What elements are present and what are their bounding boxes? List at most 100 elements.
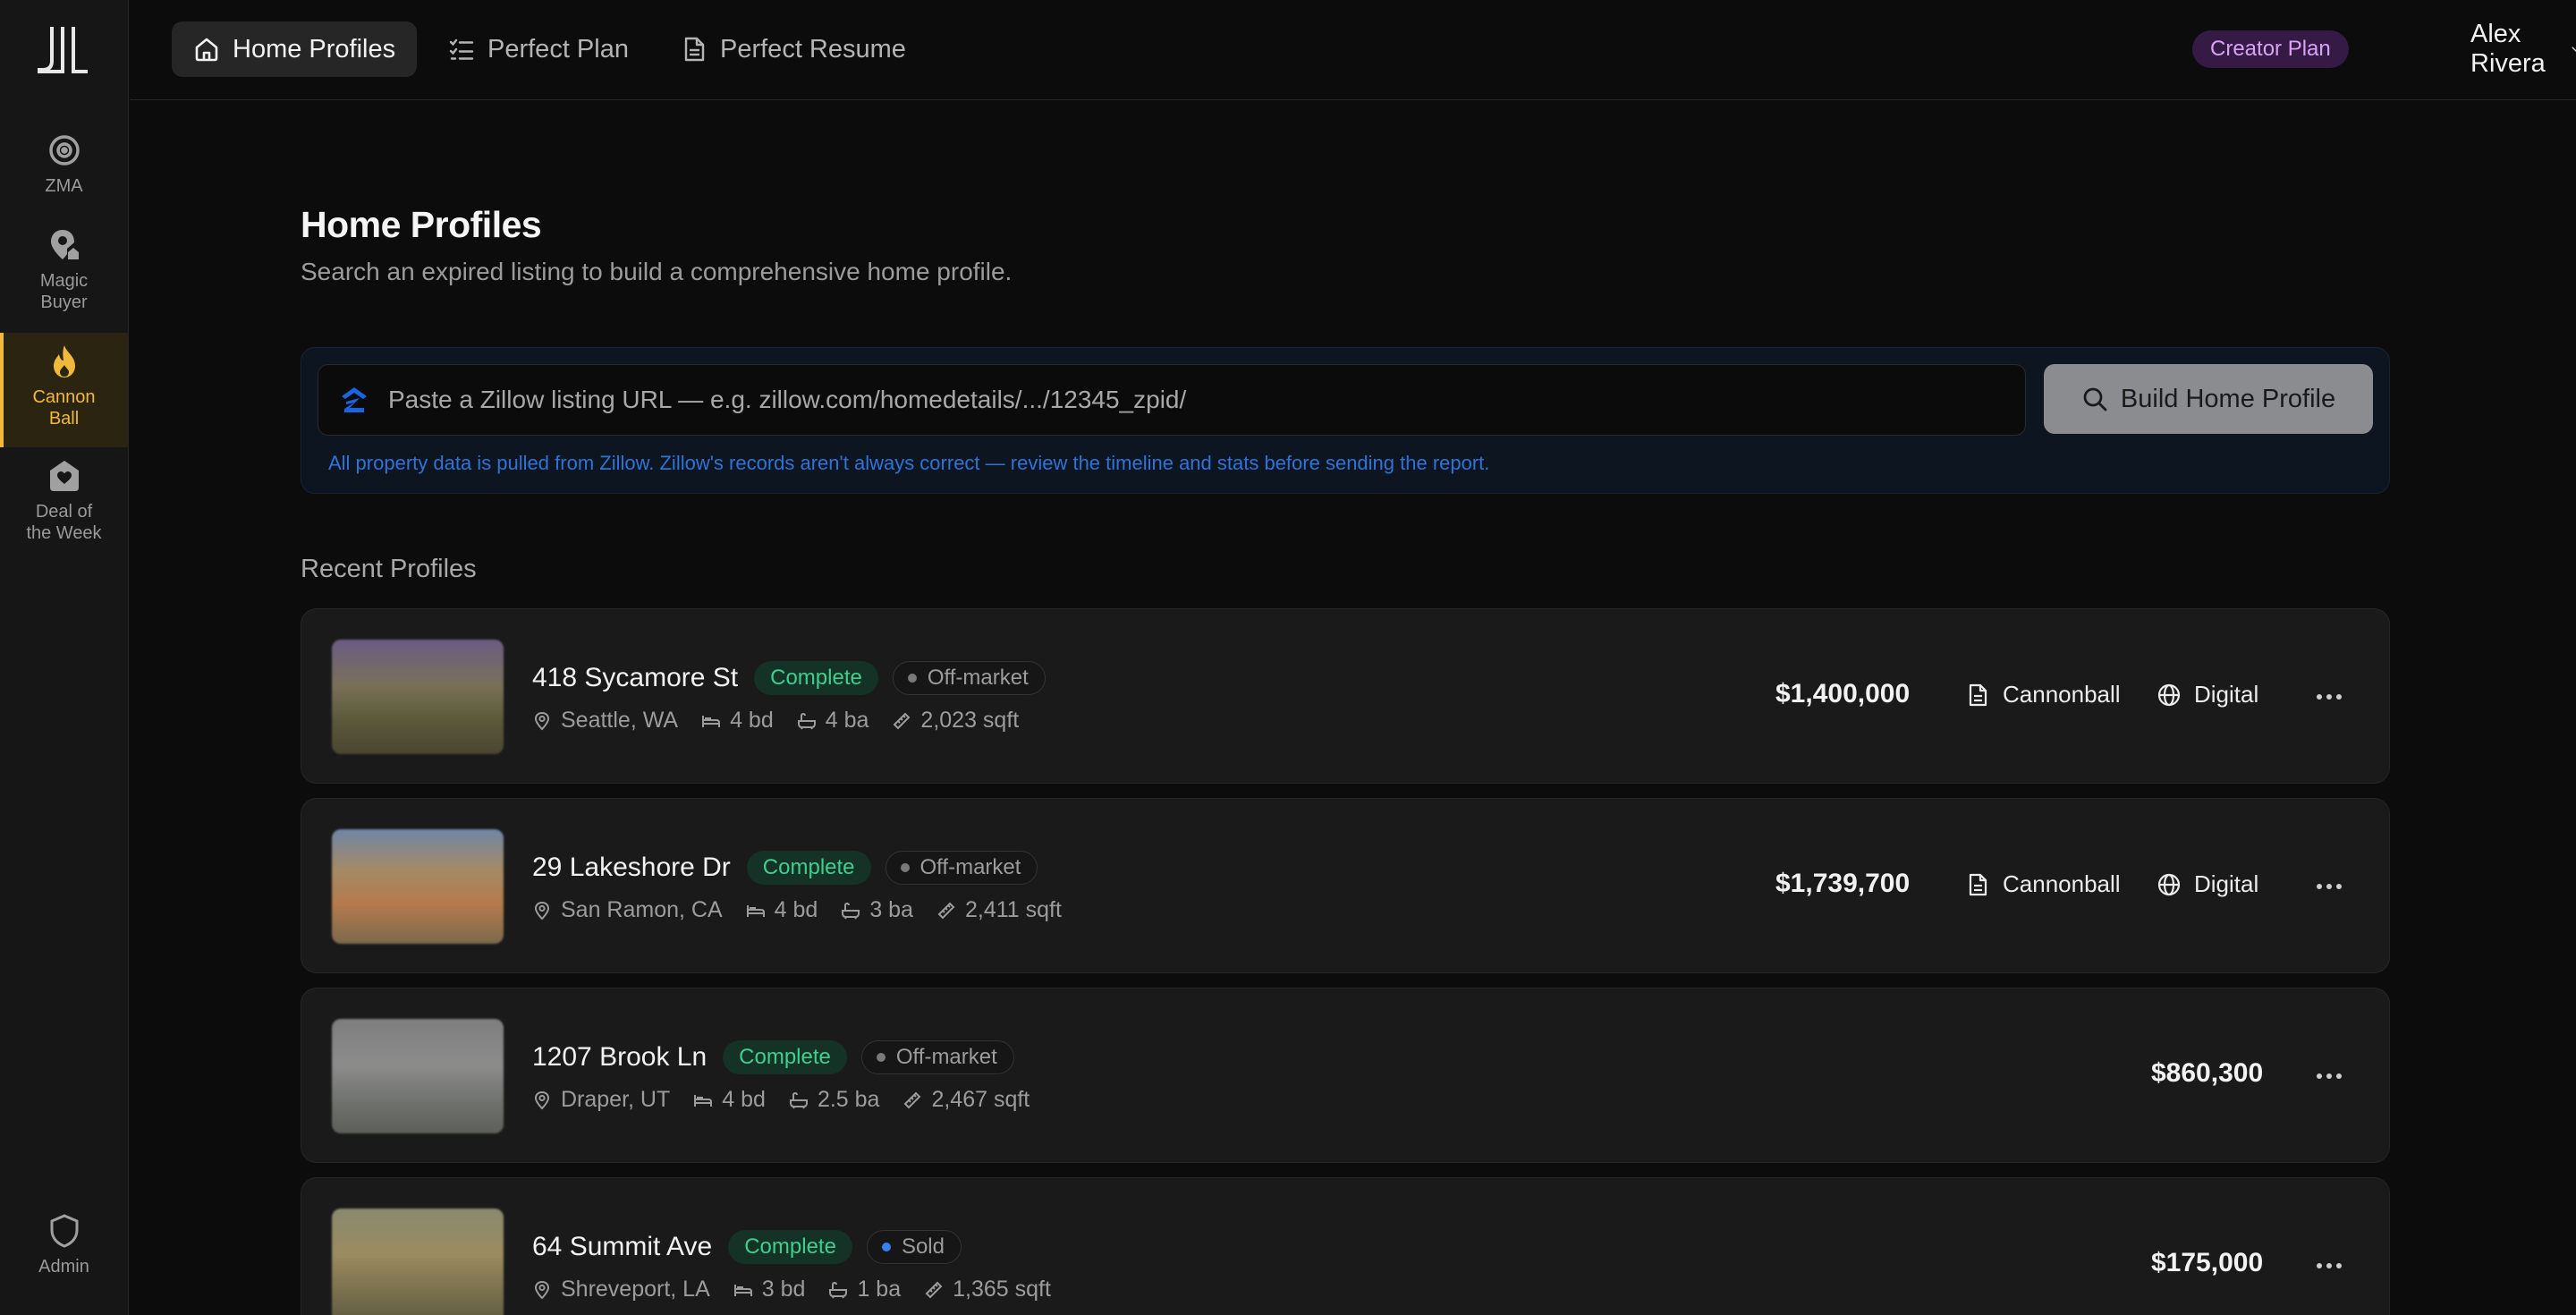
bath-icon <box>797 712 816 729</box>
property-address: 64 Summit Ave <box>532 1232 713 1261</box>
status-badge: Complete <box>754 661 878 695</box>
market-status-label: Off-market <box>919 855 1021 879</box>
more-options-icon[interactable] <box>2314 1253 2344 1278</box>
property-sqft: 2,411 sqft <box>964 897 1062 922</box>
build-home-profile-button[interactable]: Build Home Profile <box>2044 364 2373 434</box>
status-badge: Complete <box>728 1230 852 1264</box>
action-label: Digital <box>2194 681 2259 708</box>
document-icon <box>1969 873 1987 895</box>
profile-row[interactable]: 1207 Brook Ln Complete Off-market Draper… <box>301 988 2390 1163</box>
action-label: Cannonball <box>2003 681 2121 708</box>
property-beds: 4 bd <box>730 708 774 733</box>
tab-label: Perfect Plan <box>487 34 629 64</box>
globe-icon <box>2157 683 2181 706</box>
sidebar-item-label: ZMA <box>45 176 83 196</box>
sidebar-item-zma[interactable]: ZMA <box>0 132 128 206</box>
property-location: San Ramon, CA <box>561 897 723 922</box>
sidebar-item-label: Cannon <box>32 387 96 407</box>
property-address: 1207 Brook Ln <box>532 1042 708 1072</box>
profile-row[interactable]: 64 Summit Ave Complete Sold Shreveport, … <box>301 1177 2390 1315</box>
market-status-badge: Sold <box>866 1230 962 1264</box>
property-address: 418 Sycamore St <box>532 663 739 692</box>
page-title: Home Profiles <box>301 204 542 245</box>
market-status-badge: Off-market <box>885 851 1038 885</box>
property-baths: 3 ba <box>869 897 913 922</box>
cannonball-report-button[interactable]: Cannonball <box>1965 681 2121 708</box>
target-icon <box>48 135 80 165</box>
location-pin-icon <box>534 711 550 730</box>
profile-row[interactable]: 29 Lakeshore Dr Complete Off-market San … <box>301 798 2390 973</box>
property-price: $860,300 <box>2151 1058 2264 1088</box>
property-address-line: 1207 Brook Ln Complete Off-market <box>532 1040 1014 1074</box>
bath-icon <box>829 1281 848 1298</box>
bed-icon <box>746 904 765 917</box>
cannonball-report-button[interactable]: Cannonball <box>1965 870 2121 898</box>
tab-label: Home Profiles <box>233 34 396 64</box>
sidebar-item-label: Magic <box>39 271 89 291</box>
sidebar-item-label: Admin <box>38 1257 89 1277</box>
search-box[interactable] <box>318 364 2026 436</box>
property-meta: Draper, UT 4 bd 2.5 ba 2,467 sqft <box>532 1087 1053 1113</box>
more-options-icon[interactable] <box>2314 1064 2344 1089</box>
digital-report-button[interactable]: Digital <box>2157 681 2258 708</box>
market-status-label: Sold <box>901 1234 945 1259</box>
status-badge: Complete <box>723 1040 847 1074</box>
property-address-line: 64 Summit Ave Complete Sold <box>532 1230 962 1264</box>
property-thumbnail <box>332 1209 504 1315</box>
sidebar-item-admin[interactable]: Admin <box>0 1213 128 1285</box>
property-baths: 4 ba <box>825 708 869 733</box>
status-dot-icon <box>876 1053 886 1062</box>
property-address-line: 418 Sycamore St Complete Off-market <box>532 661 1046 695</box>
ruler-icon <box>904 1091 921 1108</box>
sidebar-item-label: the Week <box>26 523 102 543</box>
bed-icon <box>733 1284 752 1296</box>
plan-badge: Creator Plan <box>2192 30 2349 68</box>
status-dot-icon <box>907 674 917 683</box>
property-location: Draper, UT <box>561 1087 671 1112</box>
action-label: Cannonball <box>2003 870 2121 897</box>
zillow-data-disclaimer: All property data is pulled from Zillow.… <box>328 452 1490 474</box>
zillow-url-input[interactable] <box>388 386 1998 414</box>
property-address: 29 Lakeshore Dr <box>532 853 731 882</box>
property-baths: 1 ba <box>857 1277 902 1302</box>
sidebar-item-label: Ball <box>48 409 80 428</box>
property-beds: 4 bd <box>722 1087 766 1112</box>
property-price: $175,000 <box>2151 1248 2264 1277</box>
sidebar-item-cannonball[interactable]: Cannon Ball <box>0 333 128 447</box>
bath-icon <box>842 902 860 919</box>
location-pin-icon <box>534 1090 550 1109</box>
more-options-icon[interactable] <box>2314 684 2344 709</box>
tab-perfect-resume[interactable]: Perfect Resume <box>659 21 928 77</box>
tab-perfect-plan[interactable]: Perfect Plan <box>427 21 650 77</box>
globe-icon <box>2157 873 2181 895</box>
property-beds: 4 bd <box>774 897 818 922</box>
profile-row[interactable]: 418 Sycamore St Complete Off-market Seat… <box>301 608 2390 784</box>
market-status-label: Off-market <box>895 1045 997 1069</box>
ruler-icon <box>894 712 911 729</box>
property-thumbnail <box>332 829 504 944</box>
status-dot-icon <box>900 863 910 872</box>
property-sqft: 2,023 sqft <box>920 708 1020 733</box>
sidebar-item-magic-buyer[interactable]: Magic Buyer <box>0 227 128 320</box>
home-icon <box>195 38 218 62</box>
user-menu[interactable]: Alex Rivera <box>2470 20 2576 78</box>
recent-profiles-heading: Recent Profiles <box>301 555 477 583</box>
property-thumbnail <box>332 640 504 754</box>
flame-icon <box>53 345 75 378</box>
sidebar-item-label: Buyer <box>40 293 88 312</box>
sidebar-item-label: Deal of <box>35 502 93 522</box>
location-pin-icon <box>534 901 550 920</box>
property-baths: 2.5 ba <box>817 1087 880 1112</box>
more-options-icon[interactable] <box>2314 874 2344 899</box>
property-location: Seattle, WA <box>561 708 679 733</box>
top-bar: Home Profiles Perfect Plan Perfect Resum… <box>130 0 2576 100</box>
tab-home-profiles[interactable]: Home Profiles <box>172 21 418 77</box>
status-dot-icon <box>881 1243 891 1251</box>
location-pin-icon <box>534 1280 550 1299</box>
digital-report-button[interactable]: Digital <box>2157 870 2258 898</box>
ruler-icon <box>925 1281 943 1298</box>
app-logo-icon[interactable] <box>36 25 89 75</box>
bed-icon <box>702 715 721 727</box>
sidebar-item-deal-of-the-week[interactable]: Deal of the Week <box>0 458 128 556</box>
chevron-down-icon <box>2572 47 2576 53</box>
